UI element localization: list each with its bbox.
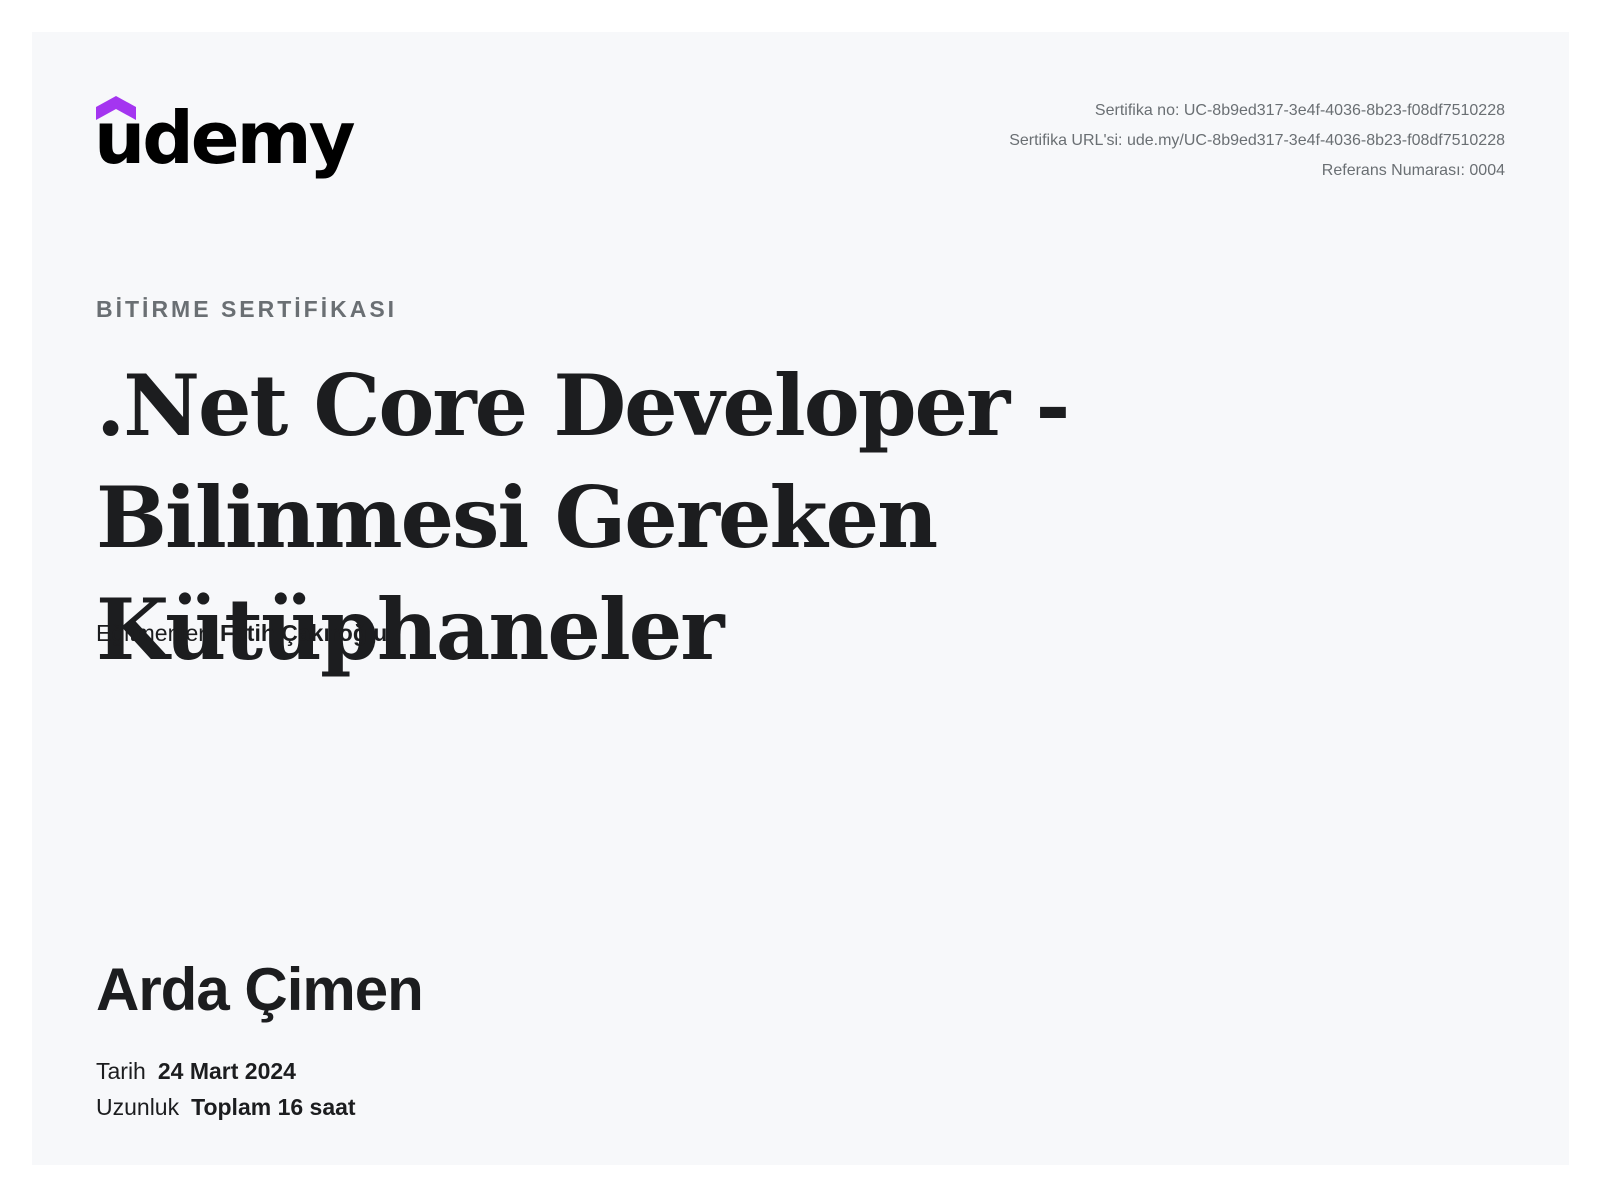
date-value: 24 Mart 2024: [157, 1058, 296, 1084]
certificate: udemy Sertifika no: UC-8b9ed317-3e4f-403…: [32, 32, 1569, 1165]
duration-row: Uzunluk Toplam 16 saat: [96, 1089, 356, 1125]
reference-number: Referans Numarası: 0004: [1321, 162, 1505, 179]
date-row: Tarih 24 Mart 2024: [96, 1053, 356, 1089]
instructor-names: Fatih Çakıroğlu: [219, 620, 388, 646]
certificate-number: Sertifika no: UC-8b9ed317-3e4f-4036-8b23…: [1094, 102, 1505, 119]
udemy-logo: udemy: [94, 96, 356, 194]
duration-label: Uzunluk: [96, 1094, 180, 1120]
instructors: Eğitmenler Fatih Çakıroğlu: [96, 620, 387, 647]
completion-details: Tarih 24 Mart 2024 Uzunluk Toplam 16 saat: [96, 1053, 356, 1125]
date-label: Tarih: [96, 1058, 146, 1084]
logo-wordmark: udemy: [94, 96, 356, 180]
certificate-kicker: BİTİRME SERTİFİKASI: [96, 296, 398, 322]
student-name: Arda Çimen: [96, 956, 424, 1023]
certificate-url[interactable]: Sertifika URL'si: ude.my/UC-8b9ed317-3e4…: [1009, 132, 1505, 149]
certificate-meta: Sertifika no: UC-8b9ed317-3e4f-4036-8b23…: [1009, 96, 1505, 186]
instructors-label: Eğitmenler: [96, 620, 206, 646]
duration-value: Toplam 16 saat: [191, 1094, 356, 1120]
